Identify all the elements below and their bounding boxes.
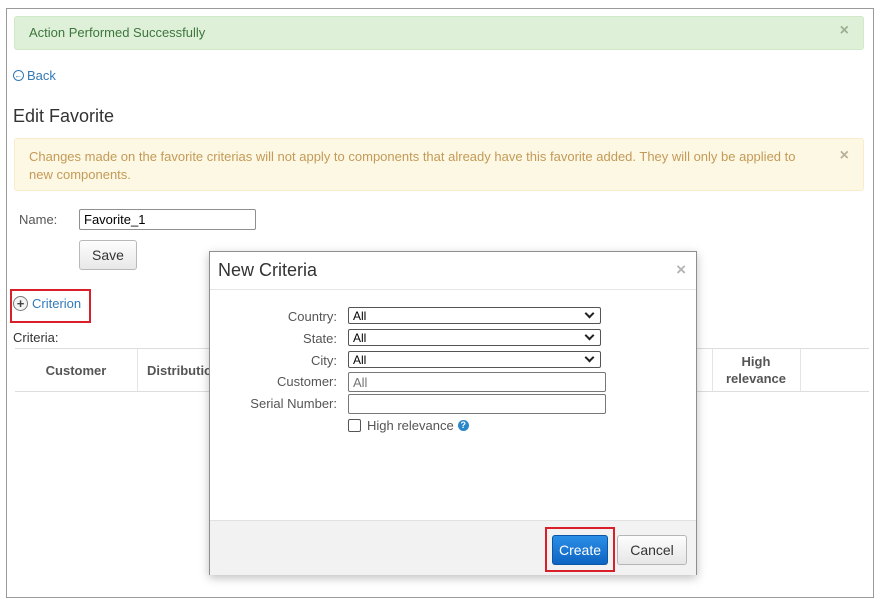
page-title: Edit Favorite xyxy=(13,106,115,126)
back-link-label: Back xyxy=(27,68,56,83)
name-input[interactable] xyxy=(79,209,256,230)
cancel-button[interactable]: Cancel xyxy=(617,535,687,565)
state-label: State: xyxy=(303,331,337,346)
city-row: City: All xyxy=(210,351,696,371)
country-label: Country: xyxy=(287,309,337,324)
criteria-label: Criteria: xyxy=(13,330,59,345)
success-alert-text: Action Performed Successfully xyxy=(29,25,206,40)
chevron-down-icon xyxy=(584,308,595,319)
country-select[interactable]: All xyxy=(348,307,601,324)
serial-number-input[interactable] xyxy=(348,394,606,414)
add-criterion-link[interactable]: + Criterion xyxy=(13,296,81,311)
name-label: Name: xyxy=(19,212,58,227)
city-select[interactable]: All xyxy=(348,351,601,368)
high-relevance-label: High relevance xyxy=(367,418,454,433)
city-select-value: All xyxy=(353,352,367,367)
back-link[interactable]: ← Back xyxy=(13,68,56,83)
serial-number-label: Serial Number: xyxy=(250,396,337,411)
country-select-value: All xyxy=(353,308,367,323)
customer-label: Customer: xyxy=(277,374,337,389)
customer-input[interactable] xyxy=(348,372,606,392)
column-divider xyxy=(137,349,138,391)
save-button[interactable]: Save xyxy=(79,240,137,270)
serial-number-row: Serial Number: xyxy=(210,394,696,414)
create-button[interactable]: Create xyxy=(552,535,608,565)
country-row: Country: All xyxy=(210,307,696,327)
warning-alert: Changes made on the favorite criterias w… xyxy=(14,138,864,191)
high-relevance-checkbox[interactable] xyxy=(348,419,361,432)
modal-title: New Criteria xyxy=(218,260,318,280)
close-icon[interactable]: × xyxy=(840,23,849,39)
close-icon[interactable]: × xyxy=(840,148,849,164)
modal-header: New Criteria × xyxy=(210,252,696,290)
state-select-value: All xyxy=(353,330,367,345)
state-row: State: All xyxy=(210,329,696,349)
column-header-high-relevance: High relevance xyxy=(726,354,786,386)
city-label: City: xyxy=(311,353,337,368)
help-icon[interactable]: ? xyxy=(457,420,469,431)
close-icon[interactable]: × xyxy=(676,260,686,280)
arrow-left-circle-icon: ← xyxy=(13,70,24,81)
chevron-down-icon xyxy=(584,330,595,341)
column-divider xyxy=(800,349,801,391)
state-select[interactable]: All xyxy=(348,329,601,346)
plus-circle-icon: + xyxy=(13,296,28,311)
new-criteria-modal: New Criteria × Country: All State: All C… xyxy=(209,251,697,575)
high-relevance-row: High relevance ? xyxy=(348,418,469,433)
success-alert: Action Performed Successfully × xyxy=(14,16,864,50)
chevron-down-icon xyxy=(584,352,595,363)
warning-alert-text: Changes made on the favorite criterias w… xyxy=(29,149,796,182)
customer-row: Customer: xyxy=(210,372,696,392)
modal-footer: Create Cancel xyxy=(210,520,696,575)
criterion-link-label: Criterion xyxy=(32,296,82,311)
column-header-customer: Customer xyxy=(45,362,107,378)
